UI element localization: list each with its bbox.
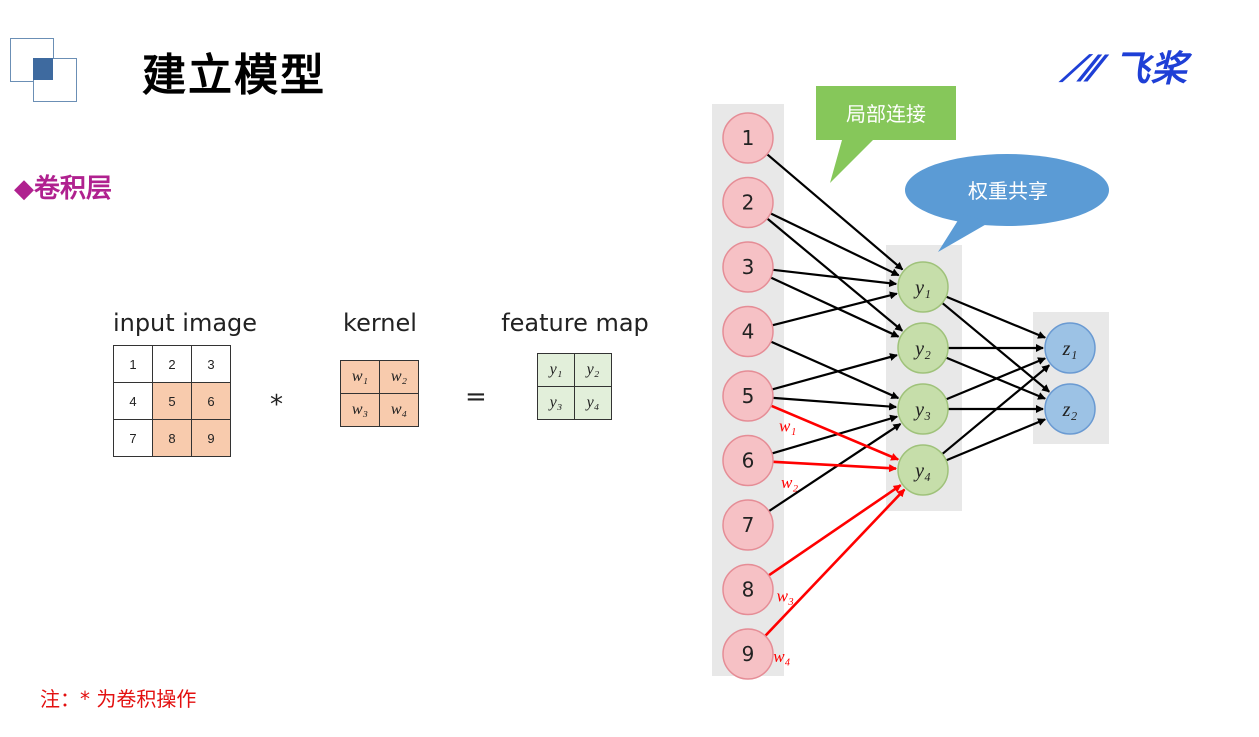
weight-sharing-label: 权重共享 xyxy=(968,179,1048,203)
hidden-node: y₁ xyxy=(897,261,949,313)
input-node-label: 5 xyxy=(742,384,755,408)
connection-edge xyxy=(771,353,898,391)
connection-edge xyxy=(770,340,900,400)
input-node: 8 xyxy=(722,563,774,616)
connection-edge xyxy=(772,268,898,288)
input-node-label: 4 xyxy=(742,320,755,344)
hidden-node: y₃ xyxy=(897,383,949,435)
output-node-label: z₂ xyxy=(1062,399,1078,421)
input-node: 4 xyxy=(722,305,774,358)
connection-edge xyxy=(766,217,904,332)
input-node: 6 xyxy=(722,434,774,487)
hidden-node: y₄ xyxy=(897,444,949,496)
input-node: 2 xyxy=(722,176,774,229)
connection-edge xyxy=(772,396,898,411)
connection-edge xyxy=(770,212,900,277)
local-connection-label: 局部连接 xyxy=(846,102,926,126)
hidden-node: y₂ xyxy=(897,322,949,374)
input-node: 5 xyxy=(722,370,774,422)
weight-label: w₃ xyxy=(777,586,794,605)
output-node: z₁ xyxy=(1044,322,1096,374)
network-diagram: w₁ w₂ w₃ w₄ 1 2 3 4 5 6 7 8 9 y₁ y₂ y₃ y₄ z₁ z₂ 局部连接 权重共享 xyxy=(712,86,1109,680)
input-node-label: 1 xyxy=(742,126,755,150)
input-node: 3 xyxy=(722,241,774,293)
input-node-label: 7 xyxy=(742,513,755,537)
output-node: z₂ xyxy=(1044,383,1096,435)
weight-label: w₄ xyxy=(773,647,790,666)
hidden-node-label: y₄ xyxy=(913,460,931,482)
connection-edge xyxy=(770,276,900,338)
weight-label: w₁ xyxy=(779,417,796,436)
input-node-label: 6 xyxy=(742,449,755,473)
output-node-label: z₁ xyxy=(1062,338,1078,360)
hidden-node-label: y₃ xyxy=(913,399,931,421)
input-node-label: 8 xyxy=(742,578,755,602)
input-node-label: 2 xyxy=(742,191,755,215)
weight-label: w₂ xyxy=(781,473,798,492)
hidden-node-label: y₂ xyxy=(913,338,931,360)
input-node-label: 3 xyxy=(742,255,755,279)
input-node: 9 xyxy=(722,628,774,680)
hidden-node-label: y₁ xyxy=(913,277,931,299)
input-node: 7 xyxy=(722,499,774,551)
input-node-label: 9 xyxy=(742,642,755,666)
input-node: 1 xyxy=(722,112,774,164)
